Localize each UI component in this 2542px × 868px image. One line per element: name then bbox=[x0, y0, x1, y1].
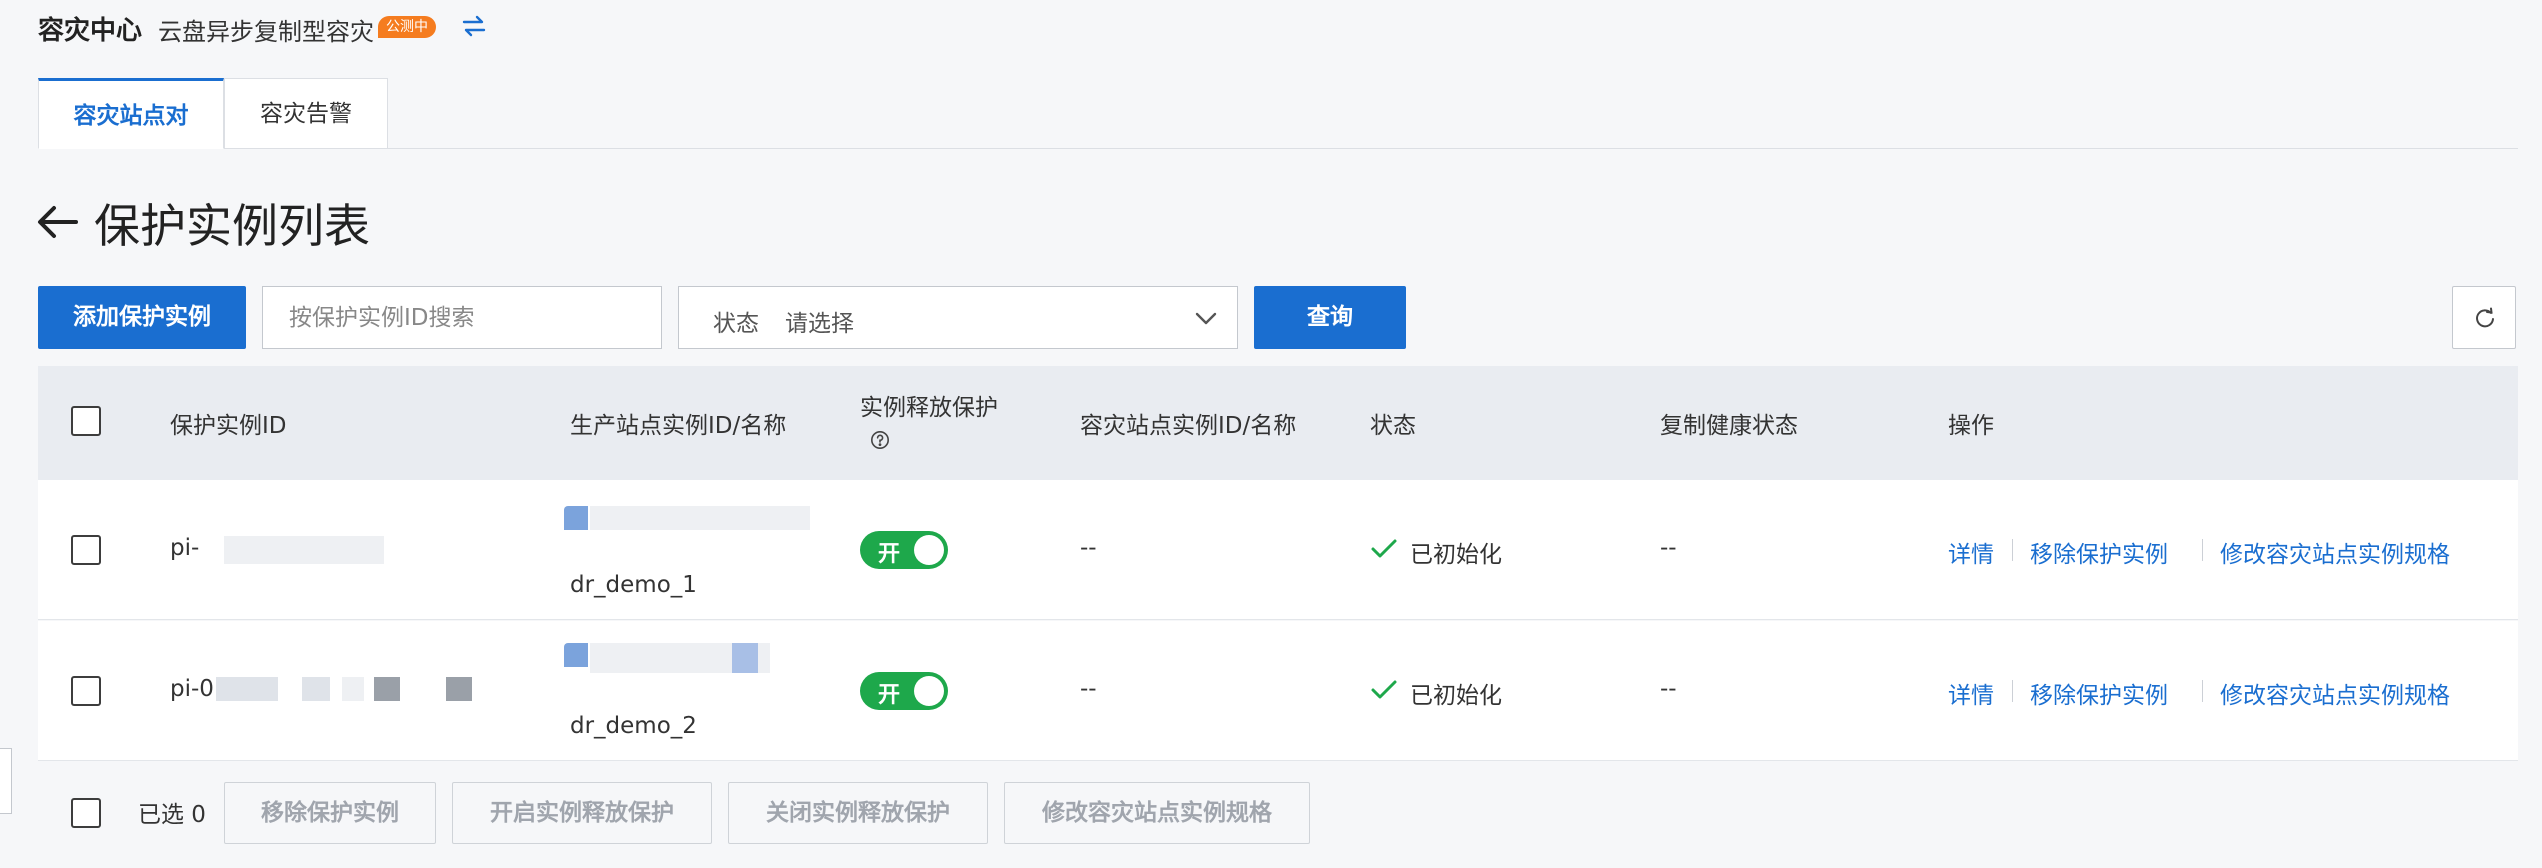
chevron-down-icon bbox=[1193, 305, 1219, 331]
release-protection-toggle[interactable]: 开 bbox=[860, 531, 948, 569]
production-instance-name: dr_demo_2 bbox=[570, 713, 697, 739]
status-select[interactable]: 状态 请选择 bbox=[678, 286, 1238, 349]
page-title: 保护实例列表 bbox=[94, 199, 370, 253]
query-button[interactable]: 查询 bbox=[1254, 286, 1406, 349]
production-instance-name: dr_demo_1 bbox=[570, 572, 697, 598]
column-header: 生产站点实例ID/名称 bbox=[570, 413, 787, 439]
table-row: pi-0 dr_demo_2 开 -- 已初始化 -- 详情 移除保护实例 修改… bbox=[38, 621, 2518, 761]
row-checkbox[interactable] bbox=[71, 535, 101, 565]
redacted-mask bbox=[224, 536, 384, 564]
action-separator bbox=[2012, 680, 2013, 702]
redacted-mask bbox=[446, 677, 472, 701]
toggle-knob bbox=[914, 676, 944, 706]
toggle-on-label: 开 bbox=[878, 683, 901, 708]
column-header: 容灾站点实例ID/名称 bbox=[1080, 413, 1297, 439]
replication-health: -- bbox=[1660, 535, 1677, 561]
replication-health: -- bbox=[1660, 676, 1677, 702]
column-header: 复制健康状态 bbox=[1660, 413, 1798, 439]
status-select-label: 状态 bbox=[713, 311, 759, 337]
status-select-placeholder: 请选择 bbox=[785, 311, 854, 337]
redacted-mask bbox=[302, 677, 330, 701]
action-separator bbox=[2202, 680, 2203, 702]
search-input[interactable] bbox=[262, 286, 662, 349]
redacted-mask bbox=[342, 677, 364, 701]
tab-dr-alerts[interactable]: 容灾告警 bbox=[224, 78, 388, 149]
protection-instance-id[interactable]: pi- bbox=[170, 535, 199, 561]
app-title: 容灾中心 bbox=[38, 16, 143, 46]
redacted-mask bbox=[732, 643, 758, 673]
details-link[interactable]: 详情 bbox=[1948, 676, 1994, 710]
table-row: pi- dr_demo_1 开 -- 已初始化 -- 详情 移除保护实例 修改容… bbox=[38, 480, 2518, 620]
batch-action-bar: 已选 0 移除保护实例 开启实例释放保护 关闭实例释放保护 修改容灾站点实例规格 bbox=[38, 762, 2518, 868]
dr-site-instance: -- bbox=[1080, 535, 1097, 561]
check-icon bbox=[1370, 537, 1398, 561]
status-text: 已初始化 bbox=[1410, 683, 1502, 709]
toggle-knob bbox=[914, 535, 944, 565]
column-header: 状态 bbox=[1370, 413, 1416, 439]
footer-select-all-checkbox[interactable] bbox=[71, 798, 101, 828]
column-header: 操作 bbox=[1948, 413, 1994, 439]
batch-modify-spec-button[interactable]: 修改容灾站点实例规格 bbox=[1004, 782, 1310, 844]
redacted-mask bbox=[590, 506, 810, 530]
add-protection-instance-button[interactable]: 添加保护实例 bbox=[38, 286, 246, 349]
row-checkbox[interactable] bbox=[71, 676, 101, 706]
modify-spec-link[interactable]: 修改容灾站点实例规格 bbox=[2220, 535, 2450, 569]
selected-count: 已选 0 bbox=[138, 802, 206, 828]
disable-release-protection-button[interactable]: 关闭实例释放保护 bbox=[728, 782, 988, 844]
column-header: 实例释放保护 bbox=[860, 395, 998, 421]
dr-site-instance: -- bbox=[1080, 676, 1097, 702]
remove-protection-link[interactable]: 移除保护实例 bbox=[2030, 535, 2168, 569]
redacted-mask bbox=[374, 677, 400, 701]
column-header: 保护实例ID bbox=[170, 413, 287, 439]
product-subtitle: 云盘异步复制型容灾 bbox=[158, 18, 374, 46]
refresh-button[interactable] bbox=[2452, 286, 2516, 349]
tab-divider bbox=[38, 148, 2518, 149]
table-header: 保护实例ID 生产站点实例ID/名称 实例释放保护 容灾站点实例ID/名称 状态… bbox=[38, 366, 2518, 480]
protection-instance-id[interactable]: pi-0 bbox=[170, 676, 214, 702]
batch-remove-protection-button[interactable]: 移除保护实例 bbox=[224, 782, 436, 844]
back-arrow-icon[interactable] bbox=[36, 202, 80, 242]
refresh-icon bbox=[2474, 307, 2496, 333]
modify-spec-link[interactable]: 修改容灾站点实例规格 bbox=[2220, 676, 2450, 710]
enable-release-protection-button[interactable]: 开启实例释放保护 bbox=[452, 782, 712, 844]
beta-badge: 公测中 bbox=[378, 16, 436, 38]
release-protection-toggle[interactable]: 开 bbox=[860, 672, 948, 710]
remove-protection-link[interactable]: 移除保护实例 bbox=[2030, 676, 2168, 710]
redacted-mask bbox=[564, 506, 588, 530]
details-link[interactable]: 详情 bbox=[1948, 535, 1994, 569]
tab-dr-site-pair[interactable]: 容灾站点对 bbox=[38, 78, 224, 149]
action-separator bbox=[2012, 539, 2013, 561]
select-all-checkbox[interactable] bbox=[71, 406, 101, 436]
check-icon bbox=[1370, 678, 1398, 702]
switch-icon[interactable] bbox=[460, 14, 488, 38]
status-text: 已初始化 bbox=[1410, 542, 1502, 568]
toggle-on-label: 开 bbox=[878, 542, 901, 567]
action-separator bbox=[2202, 539, 2203, 561]
redacted-mask bbox=[216, 677, 278, 701]
side-panel-handle[interactable] bbox=[0, 748, 12, 814]
help-icon[interactable] bbox=[870, 430, 890, 454]
redacted-mask bbox=[564, 643, 588, 667]
